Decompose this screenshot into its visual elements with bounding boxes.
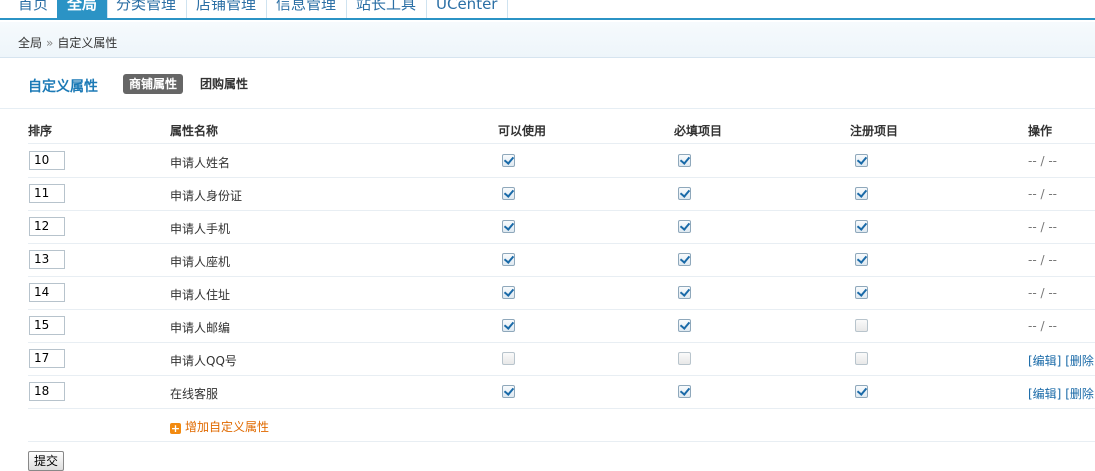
register-checkbox[interactable] — [855, 220, 868, 233]
tab-global[interactable]: 全局 — [57, 0, 109, 18]
submit-button[interactable]: 提交 — [28, 451, 64, 471]
add-attribute-link[interactable]: + 增加自定义属性 — [170, 418, 269, 435]
register-checkbox[interactable] — [855, 154, 868, 167]
row-divider — [28, 441, 1095, 442]
edit-link[interactable]: [编辑] — [1028, 387, 1061, 401]
row-actions: [编辑] [删除 — [1028, 385, 1094, 402]
usable-checkbox[interactable] — [502, 385, 515, 398]
required-checkbox[interactable] — [678, 319, 691, 332]
row-divider — [28, 276, 1095, 277]
tab-info[interactable]: 信息管理 — [266, 0, 348, 18]
tab-home[interactable]: 首页 — [8, 0, 60, 18]
row-divider — [28, 375, 1095, 376]
required-checkbox[interactable] — [678, 385, 691, 398]
row-divider — [28, 309, 1095, 310]
register-checkbox[interactable] — [855, 187, 868, 200]
order-input[interactable]: 13 — [29, 250, 65, 269]
required-checkbox[interactable] — [678, 220, 691, 233]
order-input[interactable]: 18 — [29, 382, 65, 401]
attribute-name: 申请人住址 — [170, 288, 231, 302]
header-action: 操作 — [1028, 124, 1053, 138]
required-checkbox[interactable] — [678, 187, 691, 200]
breadcrumb: 全局 » 自定义属性 — [18, 34, 117, 51]
tab-shop[interactable]: 店铺管理 — [186, 0, 268, 18]
register-checkbox[interactable] — [855, 319, 868, 332]
header-register: 注册项目 — [850, 124, 899, 138]
attribute-name: 申请人座机 — [170, 255, 231, 269]
required-checkbox[interactable] — [678, 286, 691, 299]
action-placeholder: -- / -- — [1028, 319, 1057, 333]
delete-link[interactable]: [删除 — [1065, 354, 1094, 368]
page-title: 自定义属性 — [28, 79, 98, 95]
tab-tools[interactable]: 站长工具 — [346, 0, 428, 18]
row-divider — [28, 210, 1095, 211]
usable-checkbox[interactable] — [502, 154, 515, 167]
order-input[interactable]: 14 — [29, 283, 65, 302]
divider — [0, 108, 1095, 109]
breadcrumb-root[interactable]: 全局 — [18, 36, 42, 50]
action-placeholder: -- / -- — [1028, 220, 1057, 234]
usable-checkbox[interactable] — [502, 253, 515, 266]
attribute-name: 申请人手机 — [170, 222, 231, 236]
usable-checkbox[interactable] — [502, 187, 515, 200]
usable-checkbox[interactable] — [502, 352, 515, 365]
nav-bar-line — [0, 18, 1095, 20]
action-placeholder: -- / -- — [1028, 253, 1057, 267]
order-input[interactable]: 11 — [29, 184, 65, 203]
subtab-group-attr[interactable]: 团购属性 — [194, 74, 254, 94]
register-checkbox[interactable] — [855, 352, 868, 365]
required-checkbox[interactable] — [678, 154, 691, 167]
row-divider — [28, 243, 1095, 244]
attribute-name: 申请人姓名 — [170, 156, 231, 170]
order-input[interactable]: 12 — [29, 217, 65, 236]
breadcrumb-separator: » — [46, 36, 54, 50]
attribute-name: 申请人QQ号 — [170, 354, 237, 368]
subtab-shop-attr[interactable]: 商铺属性 — [123, 74, 184, 94]
attribute-name: 申请人身份证 — [170, 189, 243, 203]
action-placeholder: -- / -- — [1028, 286, 1057, 300]
attribute-name: 申请人邮编 — [170, 321, 231, 335]
usable-checkbox[interactable] — [502, 319, 515, 332]
top-nav: 首页 全局 分类管理 店铺管理 信息管理 站长工具 UCenter — [0, 0, 1095, 20]
plus-icon: + — [170, 422, 181, 435]
row-actions: [编辑] [删除 — [1028, 352, 1094, 369]
usable-checkbox[interactable] — [502, 220, 515, 233]
required-checkbox[interactable] — [678, 352, 691, 365]
usable-checkbox[interactable] — [502, 286, 515, 299]
register-checkbox[interactable] — [855, 286, 868, 299]
row-divider — [28, 408, 1095, 409]
header-name: 属性名称 — [170, 124, 219, 138]
delete-link[interactable]: [删除 — [1065, 387, 1094, 401]
header-usable: 可以使用 — [498, 124, 547, 138]
order-input[interactable]: 15 — [29, 316, 65, 335]
register-checkbox[interactable] — [855, 253, 868, 266]
tab-category[interactable]: 分类管理 — [106, 0, 188, 18]
order-input[interactable]: 10 — [29, 151, 65, 170]
attribute-name: 在线客服 — [170, 387, 219, 401]
order-input[interactable]: 17 — [29, 349, 65, 368]
required-checkbox[interactable] — [678, 253, 691, 266]
action-placeholder: -- / -- — [1028, 154, 1057, 168]
register-checkbox[interactable] — [855, 385, 868, 398]
row-divider — [28, 143, 1095, 144]
row-divider — [28, 177, 1095, 178]
row-divider — [28, 342, 1095, 343]
header-order: 排序 — [28, 124, 53, 138]
breadcrumb-current: 自定义属性 — [57, 36, 118, 50]
add-attribute-label: 增加自定义属性 — [185, 420, 270, 434]
tab-ucenter[interactable]: UCenter — [426, 0, 509, 18]
action-placeholder: -- / -- — [1028, 187, 1057, 201]
edit-link[interactable]: [编辑] — [1028, 354, 1061, 368]
header-required: 必填项目 — [674, 124, 723, 138]
breadcrumb-bar: 全局 » 自定义属性 — [0, 22, 1095, 58]
